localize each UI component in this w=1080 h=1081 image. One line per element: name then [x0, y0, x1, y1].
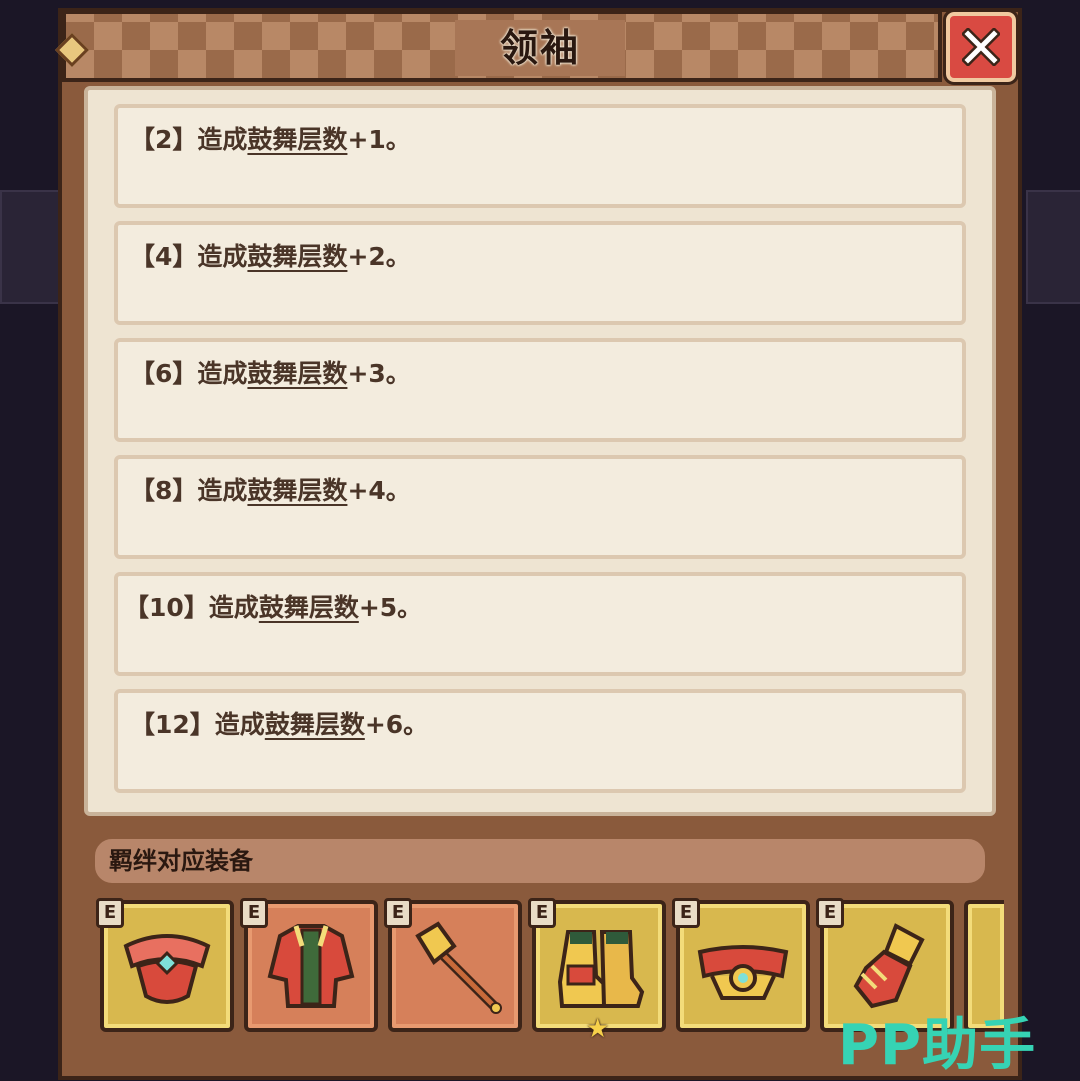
close-button[interactable] — [943, 9, 1019, 85]
bonus-text: 【2】造成鼓舞层数+1。 — [130, 125, 411, 154]
keyword-link[interactable]: 鼓舞层数 — [247, 476, 347, 505]
keyword-link[interactable]: 鼓舞层数 — [265, 710, 365, 739]
bonus-card-4: 【4】造成鼓舞层数+2。 — [114, 221, 966, 325]
background-panel-left — [0, 190, 60, 304]
bonus-card-10: 【10】造成鼓舞层数+5。 — [114, 572, 966, 676]
equip-slot-wand[interactable]: E — [384, 898, 522, 1032]
watermark-logo: PP助手 — [838, 1013, 1037, 1078]
belt-icon — [697, 945, 789, 1000]
equipment-section-header: 羁绊对应装备 — [92, 836, 988, 886]
bonus-text: 【8】造成鼓舞层数+4。 — [130, 476, 411, 505]
wand-icon — [415, 921, 502, 1014]
armor-icon — [267, 924, 355, 1008]
boots-icon — [557, 930, 645, 1008]
keyword-link[interactable]: 鼓舞层数 — [247, 242, 347, 271]
close-icon — [962, 28, 1000, 66]
equip-slot-necklace[interactable]: E — [96, 898, 234, 1032]
bonus-text: 【4】造成鼓舞层数+2。 — [130, 242, 411, 271]
star-icon: ★ — [586, 1014, 610, 1044]
keyword-link[interactable]: 鼓舞层数 — [259, 593, 359, 622]
equip-slot-belt[interactable]: E — [672, 898, 810, 1032]
dialog-title: 领袖 — [499, 26, 580, 70]
equip-slot-boots[interactable]: E ★ — [528, 898, 666, 1044]
bonus-text: 【12】造成鼓舞层数+6。 — [130, 710, 429, 739]
bonus-card-2: 【2】造成鼓舞层数+1。 — [114, 104, 966, 208]
keyword-link[interactable]: 鼓舞层数 — [247, 359, 347, 388]
background-panel-right — [1026, 190, 1080, 304]
bonus-text: 【6】造成鼓舞层数+3。 — [130, 359, 411, 388]
bonus-card-6: 【6】造成鼓舞层数+3。 — [114, 338, 966, 442]
keyword-link[interactable]: 鼓舞层数 — [247, 125, 347, 154]
equipment-section-label: 羁绊对应装备 — [109, 847, 253, 875]
necklace-icon — [123, 934, 211, 1004]
bonus-text: 【10】造成鼓舞层数+5。 — [124, 593, 423, 622]
bonus-card-12: 【12】造成鼓舞层数+6。 — [114, 689, 966, 793]
bonus-card-8: 【8】造成鼓舞层数+4。 — [114, 455, 966, 559]
equip-slot-armor[interactable]: E — [240, 898, 378, 1032]
